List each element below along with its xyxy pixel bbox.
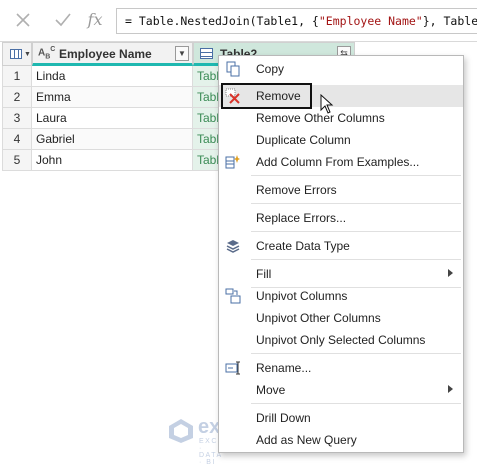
copy-icon xyxy=(226,61,240,77)
menu-item-move[interactable]: Move xyxy=(219,379,463,401)
menu-item-unpivot-other-columns[interactable]: Unpivot Other Columns xyxy=(219,307,463,329)
menu-item-duplicate-column[interactable]: Duplicate Column xyxy=(219,129,463,151)
remove-icon xyxy=(225,88,240,104)
menu-item-rename[interactable]: Rename... xyxy=(219,357,463,379)
menu-separator xyxy=(251,403,461,404)
menu-item-add-as-new-query[interactable]: Add as New Query xyxy=(219,429,463,451)
menu-item-label: Copy xyxy=(256,62,285,76)
row-number[interactable]: 5 xyxy=(2,150,32,171)
row-number[interactable]: 2 xyxy=(2,87,32,108)
name-cell[interactable]: Laura xyxy=(32,108,193,129)
formula-string: "Employee Name" xyxy=(318,14,423,28)
menu-item-label: Remove Errors xyxy=(256,183,337,197)
unpivot-icon xyxy=(225,288,241,304)
menu-item-label: Unpivot Other Columns xyxy=(256,311,381,325)
name-cell[interactable]: Gabriel xyxy=(32,129,193,150)
column-header-label: Employee Name xyxy=(59,47,152,61)
formula-input[interactable]: = Table.NestedJoin(Table1, {"Employee Na… xyxy=(116,8,477,34)
fx-button[interactable]: fx xyxy=(84,9,106,31)
menu-item-label: Move xyxy=(256,383,286,397)
menu-item-remove-errors[interactable]: Remove Errors xyxy=(219,179,463,201)
menu-item-label: Add Column From Examples... xyxy=(256,155,420,169)
table-menu-button[interactable]: ▼ xyxy=(2,42,32,66)
cancel-formula-button[interactable] xyxy=(12,9,34,31)
exceldemy-logo-icon xyxy=(169,419,193,443)
commit-formula-button[interactable] xyxy=(52,9,74,31)
menu-item-label: Unpivot Only Selected Columns xyxy=(256,333,426,347)
menu-item-label: Create Data Type xyxy=(256,239,350,253)
add-column-icon xyxy=(225,155,240,169)
menu-item-label: Add as New Query xyxy=(256,433,357,447)
submenu-arrow-icon xyxy=(448,385,453,393)
menu-item-unpivot-columns[interactable]: Unpivot Columns xyxy=(219,285,463,307)
column-header-employee-name[interactable]: ABC Employee Name ▼ xyxy=(32,42,193,66)
menu-separator xyxy=(251,353,461,354)
chevron-down-icon: ▼ xyxy=(24,51,31,58)
formula-suffix: }, Table2, xyxy=(422,14,477,28)
row-number[interactable]: 1 xyxy=(2,66,32,87)
menu-separator xyxy=(251,203,461,204)
table-type-icon[interactable] xyxy=(200,48,213,59)
close-icon xyxy=(16,13,30,27)
formula-prefix: = Table.NestedJoin(Table1, { xyxy=(125,14,319,28)
row-number[interactable]: 3 xyxy=(2,108,32,129)
text-type-icon[interactable]: ABC xyxy=(38,46,55,60)
menu-item-label: Remove xyxy=(256,89,301,103)
menu-item-label: Fill xyxy=(256,267,272,281)
menu-item-label: Replace Errors... xyxy=(256,211,347,225)
data-type-icon xyxy=(226,240,240,253)
mouse-pointer-icon xyxy=(320,94,334,114)
menu-separator xyxy=(251,231,461,232)
row-number[interactable]: 4 xyxy=(2,129,32,150)
menu-separator xyxy=(251,175,461,176)
menu-item-copy[interactable]: Copy xyxy=(219,58,463,80)
formula-bar: fx = Table.NestedJoin(Table1, {"Employee… xyxy=(0,0,477,42)
menu-item-label: Duplicate Column xyxy=(256,133,351,147)
menu-item-remove[interactable]: Remove xyxy=(219,85,463,107)
name-cell[interactable]: Linda xyxy=(32,66,193,87)
menu-item-create-data-type[interactable]: Create Data Type xyxy=(219,235,463,257)
menu-item-fill[interactable]: Fill xyxy=(219,263,463,285)
menu-item-drill-down[interactable]: Drill Down xyxy=(219,407,463,429)
menu-item-add-column-from-examples[interactable]: Add Column From Examples... xyxy=(219,151,463,173)
check-icon xyxy=(55,13,71,27)
table-icon xyxy=(10,49,22,59)
rename-icon xyxy=(225,361,240,375)
menu-item-label: Drill Down xyxy=(256,411,311,425)
submenu-arrow-icon xyxy=(448,269,453,277)
column-context-menu: Copy Remove Remove Other Columns Duplica… xyxy=(218,55,464,453)
menu-item-label: Unpivot Columns xyxy=(256,289,348,303)
menu-item-remove-other-columns[interactable]: Remove Other Columns xyxy=(219,107,463,129)
name-cell[interactable]: John xyxy=(32,150,193,171)
menu-item-replace-errors[interactable]: Replace Errors... xyxy=(219,207,463,229)
name-cell[interactable]: Emma xyxy=(32,87,193,108)
menu-item-label: Rename... xyxy=(256,361,312,375)
menu-item-unpivot-only-selected-columns[interactable]: Unpivot Only Selected Columns xyxy=(219,329,463,351)
filter-dropdown-button[interactable]: ▼ xyxy=(175,46,189,61)
menu-separator xyxy=(251,259,461,260)
